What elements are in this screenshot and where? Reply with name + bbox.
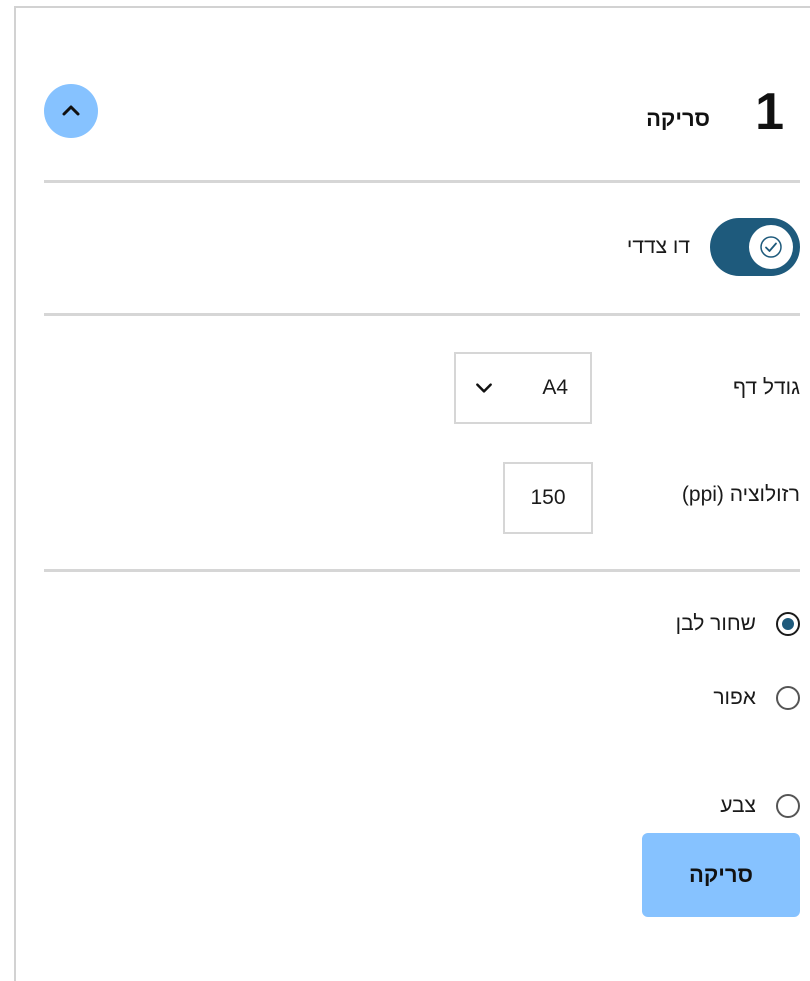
radio-black-white[interactable]: שחור לבן — [676, 612, 800, 636]
checkmark-icon — [760, 236, 782, 258]
scan-panel: 1 סריקה דו צדדי גודל דף A4 רזולוציה (ppi… — [16, 8, 810, 981]
scan-button[interactable]: סריקה — [642, 833, 800, 917]
chevron-up-icon — [62, 105, 80, 116]
radio-grayscale[interactable]: אפור — [713, 686, 800, 710]
page-size-select[interactable]: A4 — [454, 352, 592, 424]
radio-label: אפור — [713, 686, 756, 709]
radio-button[interactable] — [776, 794, 800, 818]
radio-color[interactable]: צבע — [720, 794, 800, 818]
radio-label: צבע — [720, 794, 756, 817]
section-title: סריקה — [646, 106, 710, 131]
duplex-label: דו צדדי — [626, 235, 690, 258]
step-number: 1 — [755, 83, 784, 141]
divider — [44, 313, 800, 316]
page-size-value: A4 — [542, 376, 568, 399]
toggle-knob — [749, 225, 793, 269]
radio-button[interactable] — [776, 612, 800, 636]
radio-label: שחור לבן — [675, 612, 756, 635]
duplex-toggle[interactable] — [710, 218, 800, 276]
resolution-input[interactable]: 150 — [503, 462, 593, 534]
duplex-toggle-row: דו צדדי — [627, 218, 800, 276]
chevron-down-icon — [476, 383, 492, 393]
divider — [44, 180, 800, 183]
collapse-section-button[interactable] — [44, 84, 98, 138]
resolution-label: רזולוציה (ppi) — [681, 483, 800, 506]
radio-button[interactable] — [776, 686, 800, 710]
page-size-label: גודל דף — [732, 376, 800, 399]
divider — [44, 569, 800, 572]
